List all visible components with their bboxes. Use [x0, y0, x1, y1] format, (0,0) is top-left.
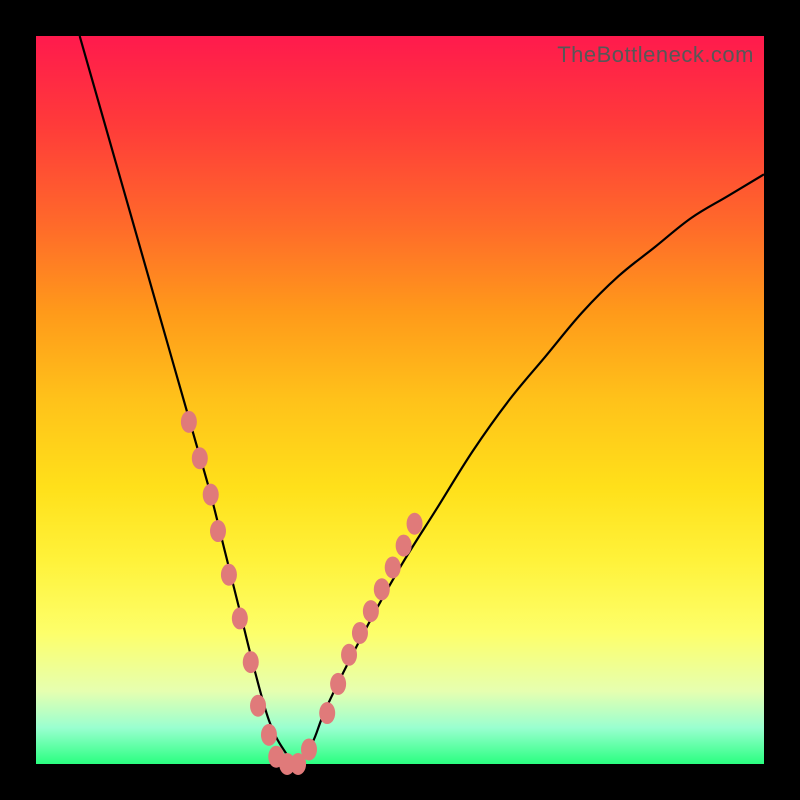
- chart-line: [80, 36, 764, 764]
- chart-point: [385, 556, 401, 578]
- chart-point: [363, 600, 379, 622]
- chart-point: [319, 702, 335, 724]
- chart-point: [181, 411, 197, 433]
- plot-area: TheBottleneck.com: [36, 36, 764, 764]
- chart-point: [352, 622, 368, 644]
- chart-point: [250, 695, 266, 717]
- chart-point: [192, 447, 208, 469]
- chart-point: [301, 738, 317, 760]
- chart-point: [243, 651, 259, 673]
- chart-point: [210, 520, 226, 542]
- chart-point: [232, 607, 248, 629]
- chart-point: [374, 578, 390, 600]
- chart-point: [261, 724, 277, 746]
- chart-point: [341, 644, 357, 666]
- chart-point: [330, 673, 346, 695]
- chart-point: [203, 484, 219, 506]
- chart-point: [407, 513, 423, 535]
- chart-svg: [36, 36, 764, 764]
- chart-frame: TheBottleneck.com: [0, 0, 800, 800]
- chart-point: [221, 564, 237, 586]
- chart-point: [396, 535, 412, 557]
